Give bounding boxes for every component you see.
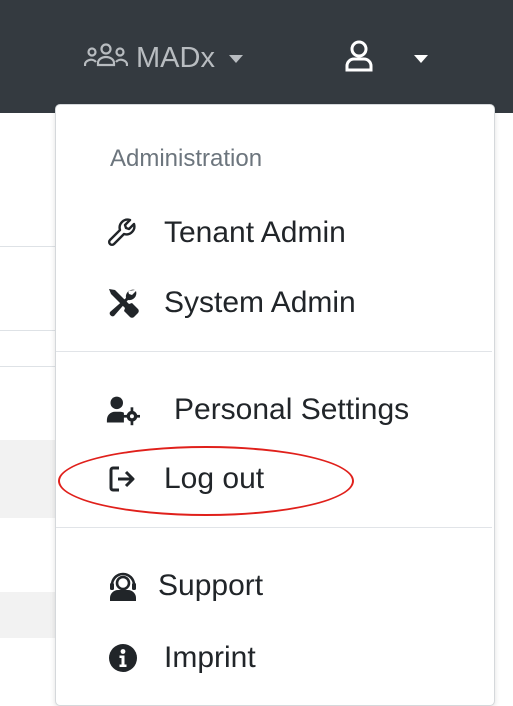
user-icon — [344, 39, 374, 78]
menu-item-label: System Admin — [164, 286, 356, 319]
top-navbar: MADx — [0, 0, 513, 113]
headset-icon — [106, 570, 140, 602]
background-table-row — [0, 592, 56, 638]
tools-icon — [106, 286, 140, 320]
chevron-down-icon — [228, 55, 243, 63]
users-icon — [83, 41, 129, 76]
menu-item-label: Tenant Admin — [164, 216, 346, 249]
background-table-row — [0, 440, 56, 518]
background-table-line — [0, 246, 56, 247]
menu-item-imprint[interactable]: Imprint — [56, 633, 492, 683]
menu-item-label: Log out — [164, 462, 265, 495]
user-dropdown-menu: Administration Tenant Admin System Admin — [55, 104, 495, 706]
wrench-icon — [106, 217, 140, 249]
menu-item-label: Support — [158, 569, 264, 602]
background-table-line — [0, 366, 56, 367]
menu-item-log-out[interactable]: Log out — [56, 454, 492, 504]
menu-header-administration: Administration — [110, 145, 263, 172]
tenant-dropdown-toggle[interactable]: MADx — [83, 36, 243, 80]
chevron-down-icon — [414, 55, 428, 63]
menu-divider — [56, 527, 492, 528]
menu-item-label: Personal Settings — [174, 393, 410, 426]
menu-item-system-admin[interactable]: System Admin — [56, 278, 492, 328]
menu-item-tenant-admin[interactable]: Tenant Admin — [56, 208, 492, 258]
info-circle-icon — [106, 643, 140, 673]
menu-divider — [56, 351, 492, 352]
menu-item-label: Imprint — [164, 641, 256, 674]
user-cog-icon — [106, 394, 140, 426]
sign-out-icon — [106, 466, 140, 492]
tenant-name: MADx — [136, 41, 215, 74]
menu-item-support[interactable]: Support — [56, 561, 492, 611]
menu-item-personal-settings[interactable]: Personal Settings — [56, 385, 492, 435]
background-table-line — [0, 330, 56, 331]
user-menu-toggle[interactable] — [344, 36, 428, 80]
